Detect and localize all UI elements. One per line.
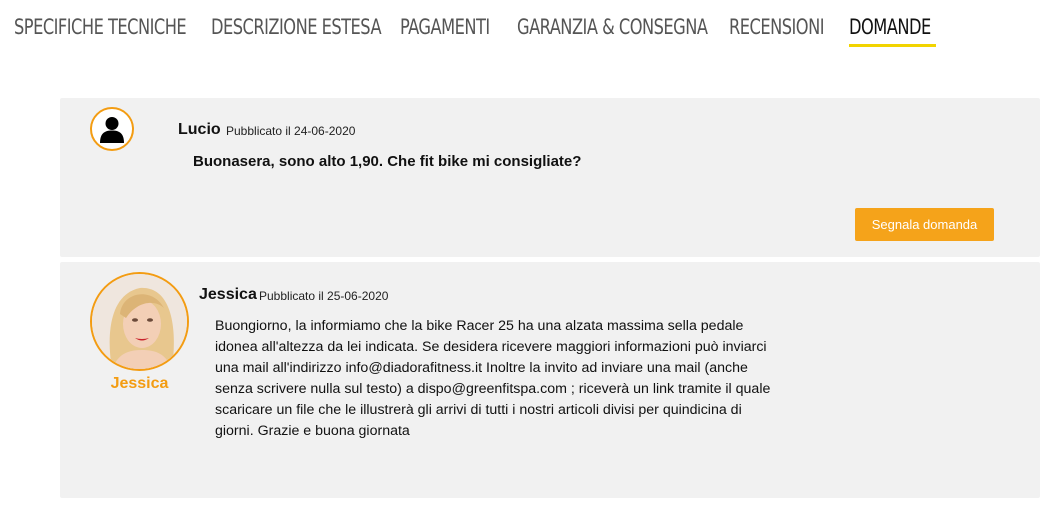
question-date: Pubblicato il 24-06-2020 [226,124,356,138]
tab-recensioni[interactable]: RECENSIONI [729,11,839,47]
staff-avatar-photo [92,274,187,369]
report-question-button[interactable]: Segnala domanda [855,208,994,241]
answer-date: Pubblicato il 25-06-2020 [259,289,389,303]
tab-domande[interactable]: DOMANDE [849,11,936,47]
tab-pagamenti[interactable]: PAGAMENTI [400,11,504,47]
tab-specifiche-tecniche[interactable]: SPECIFICHE TECNICHE [14,11,214,47]
question-text: Buonasera, sono alto 1,90. Che fit bike … [193,153,582,170]
tab-descrizione-estesa[interactable]: DESCRIZIONE ESTESA [211,11,409,47]
staff-name-badge: Jessica [110,375,169,392]
tab-garanzia-consegna[interactable]: GARANZIA & CONSEGNA [517,11,738,47]
tab-label: GARANZIA & CONSEGNA [517,15,708,39]
active-tab-underline [849,44,936,47]
answer-text: Buongiorno, la informiamo che la bike Ra… [215,318,771,439]
avatar [90,272,189,371]
tab-label: SPECIFICHE TECNICHE [14,15,187,39]
answer-author: Jessica [199,286,257,303]
question-author: Lucio [178,121,221,138]
tab-label: PAGAMENTI [400,15,490,39]
user-icon [100,117,124,143]
tab-label: RECENSIONI [729,15,825,39]
question-card: Lucio Pubblicato il 24-06-2020 Buonasera… [60,98,1040,257]
avatar [90,107,134,151]
tab-label: DOMANDE [849,15,931,39]
answer-card: Jessica Jessica Pubblicato il 25-06-2020… [60,262,1040,498]
tab-label: DESCRIZIONE ESTESA [211,15,382,39]
